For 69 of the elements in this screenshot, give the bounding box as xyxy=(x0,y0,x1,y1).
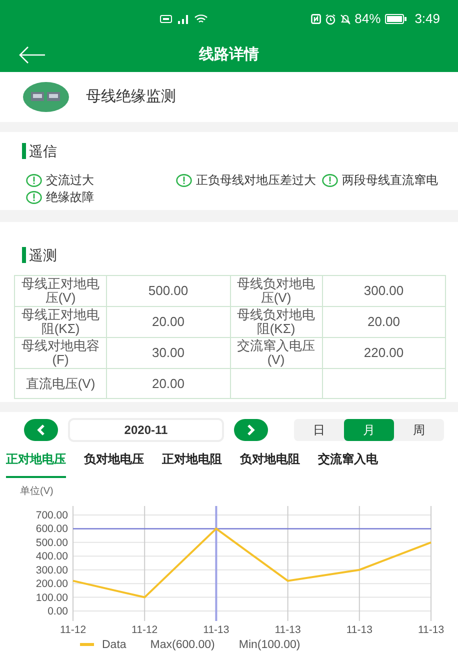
measure-label: 交流窜入电压(V) xyxy=(237,338,315,367)
measure-label: 母线正对地电阻(KΣ) xyxy=(22,307,100,336)
y-tick-label: 600.00 xyxy=(36,522,68,535)
measure-label: 母线对地电容(F) xyxy=(22,338,100,367)
chart-tab[interactable]: 正对地电压 xyxy=(6,446,66,478)
y-tick-label: 300.00 xyxy=(36,564,68,576)
period-tab[interactable]: 日 xyxy=(294,419,344,441)
alert-icon xyxy=(176,174,192,186)
measure-label: 直流电压(V) xyxy=(26,376,96,390)
previous-button[interactable] xyxy=(24,419,58,441)
measure-value: 20.00 xyxy=(152,376,185,390)
chevron-left-icon xyxy=(36,424,46,436)
chart-tab[interactable]: 正对地电阻 xyxy=(162,446,222,478)
section-title: 遥信 xyxy=(22,143,57,159)
x-tick-label: 11-13 xyxy=(203,624,230,636)
alert-icon xyxy=(322,174,338,186)
section-title: 遥测 xyxy=(22,246,57,262)
alarm-label: 两段母线直流窜电 xyxy=(342,174,438,186)
back-button[interactable] xyxy=(18,44,46,65)
y-tick-label: 500.00 xyxy=(36,536,68,548)
alarm-label: 正负母线对地压差过大 xyxy=(196,174,316,186)
y-tick-label: 400.00 xyxy=(36,550,68,562)
alarm-label: 绝缘故障 xyxy=(46,190,94,204)
x-tick-label: 11-12 xyxy=(132,624,158,636)
period-tab[interactable]: 周 xyxy=(394,419,444,441)
date-field[interactable]: 2020-11 xyxy=(68,418,224,442)
measure-label: 母线正对地电压(V) xyxy=(22,276,100,305)
measure-value: 20.00 xyxy=(152,314,185,329)
mute-icon xyxy=(340,14,351,24)
chevron-right-icon xyxy=(246,424,256,436)
unit-label: 单位(V) xyxy=(20,486,54,497)
battery-percent: 84% xyxy=(354,10,381,28)
clock-time: 3:49 xyxy=(414,10,440,28)
period-tab[interactable]: 月 xyxy=(344,419,394,441)
signal-icon xyxy=(176,14,190,24)
alarm-label: 交流过大 xyxy=(46,174,94,186)
y-tick-label: 100.00 xyxy=(36,591,68,604)
y-tick-label: 200.00 xyxy=(36,578,68,590)
measure-value: 30.00 xyxy=(152,345,185,360)
x-tick-label: 11-13 xyxy=(418,624,444,636)
device-icon xyxy=(22,81,70,113)
measure-value: 220.00 xyxy=(364,345,404,360)
legend-swatch xyxy=(80,643,94,646)
page-title: 线路详情 xyxy=(199,44,259,65)
chart-tab[interactable]: 负对地电压 xyxy=(84,446,144,478)
x-tick-label: 11-13 xyxy=(274,624,301,636)
alert-icon xyxy=(26,190,42,204)
measure-label: 母线负对地电压(V) xyxy=(237,276,315,305)
measure-label: 母线负对地电阻(KΣ) xyxy=(237,307,315,336)
chart-tab[interactable]: 交流窜入电 xyxy=(318,446,378,478)
x-tick-label: 11-12 xyxy=(60,624,86,636)
hd-icon xyxy=(160,15,172,23)
y-tick-label: 0.00 xyxy=(48,605,68,617)
legend-label: Data xyxy=(102,638,126,652)
battery-icon xyxy=(384,14,407,24)
wifi-icon xyxy=(194,14,208,24)
x-tick-label: 11-13 xyxy=(346,624,372,636)
measure-value: 20.00 xyxy=(367,314,400,329)
legend-label: Max(600.00) xyxy=(150,638,215,652)
legend-label: Min(100.00) xyxy=(238,638,300,652)
alert-icon xyxy=(26,174,42,186)
measure-value: 500.00 xyxy=(148,283,188,298)
device-name: 母线绝缘监测 xyxy=(86,86,176,107)
chart-tab[interactable]: 负对地电阻 xyxy=(240,446,300,478)
measure-value: 300.00 xyxy=(364,283,404,298)
next-button[interactable] xyxy=(234,419,268,441)
alarm-icon xyxy=(324,14,336,24)
y-tick-label: 700.00 xyxy=(36,509,68,521)
nfc-icon xyxy=(310,14,321,24)
